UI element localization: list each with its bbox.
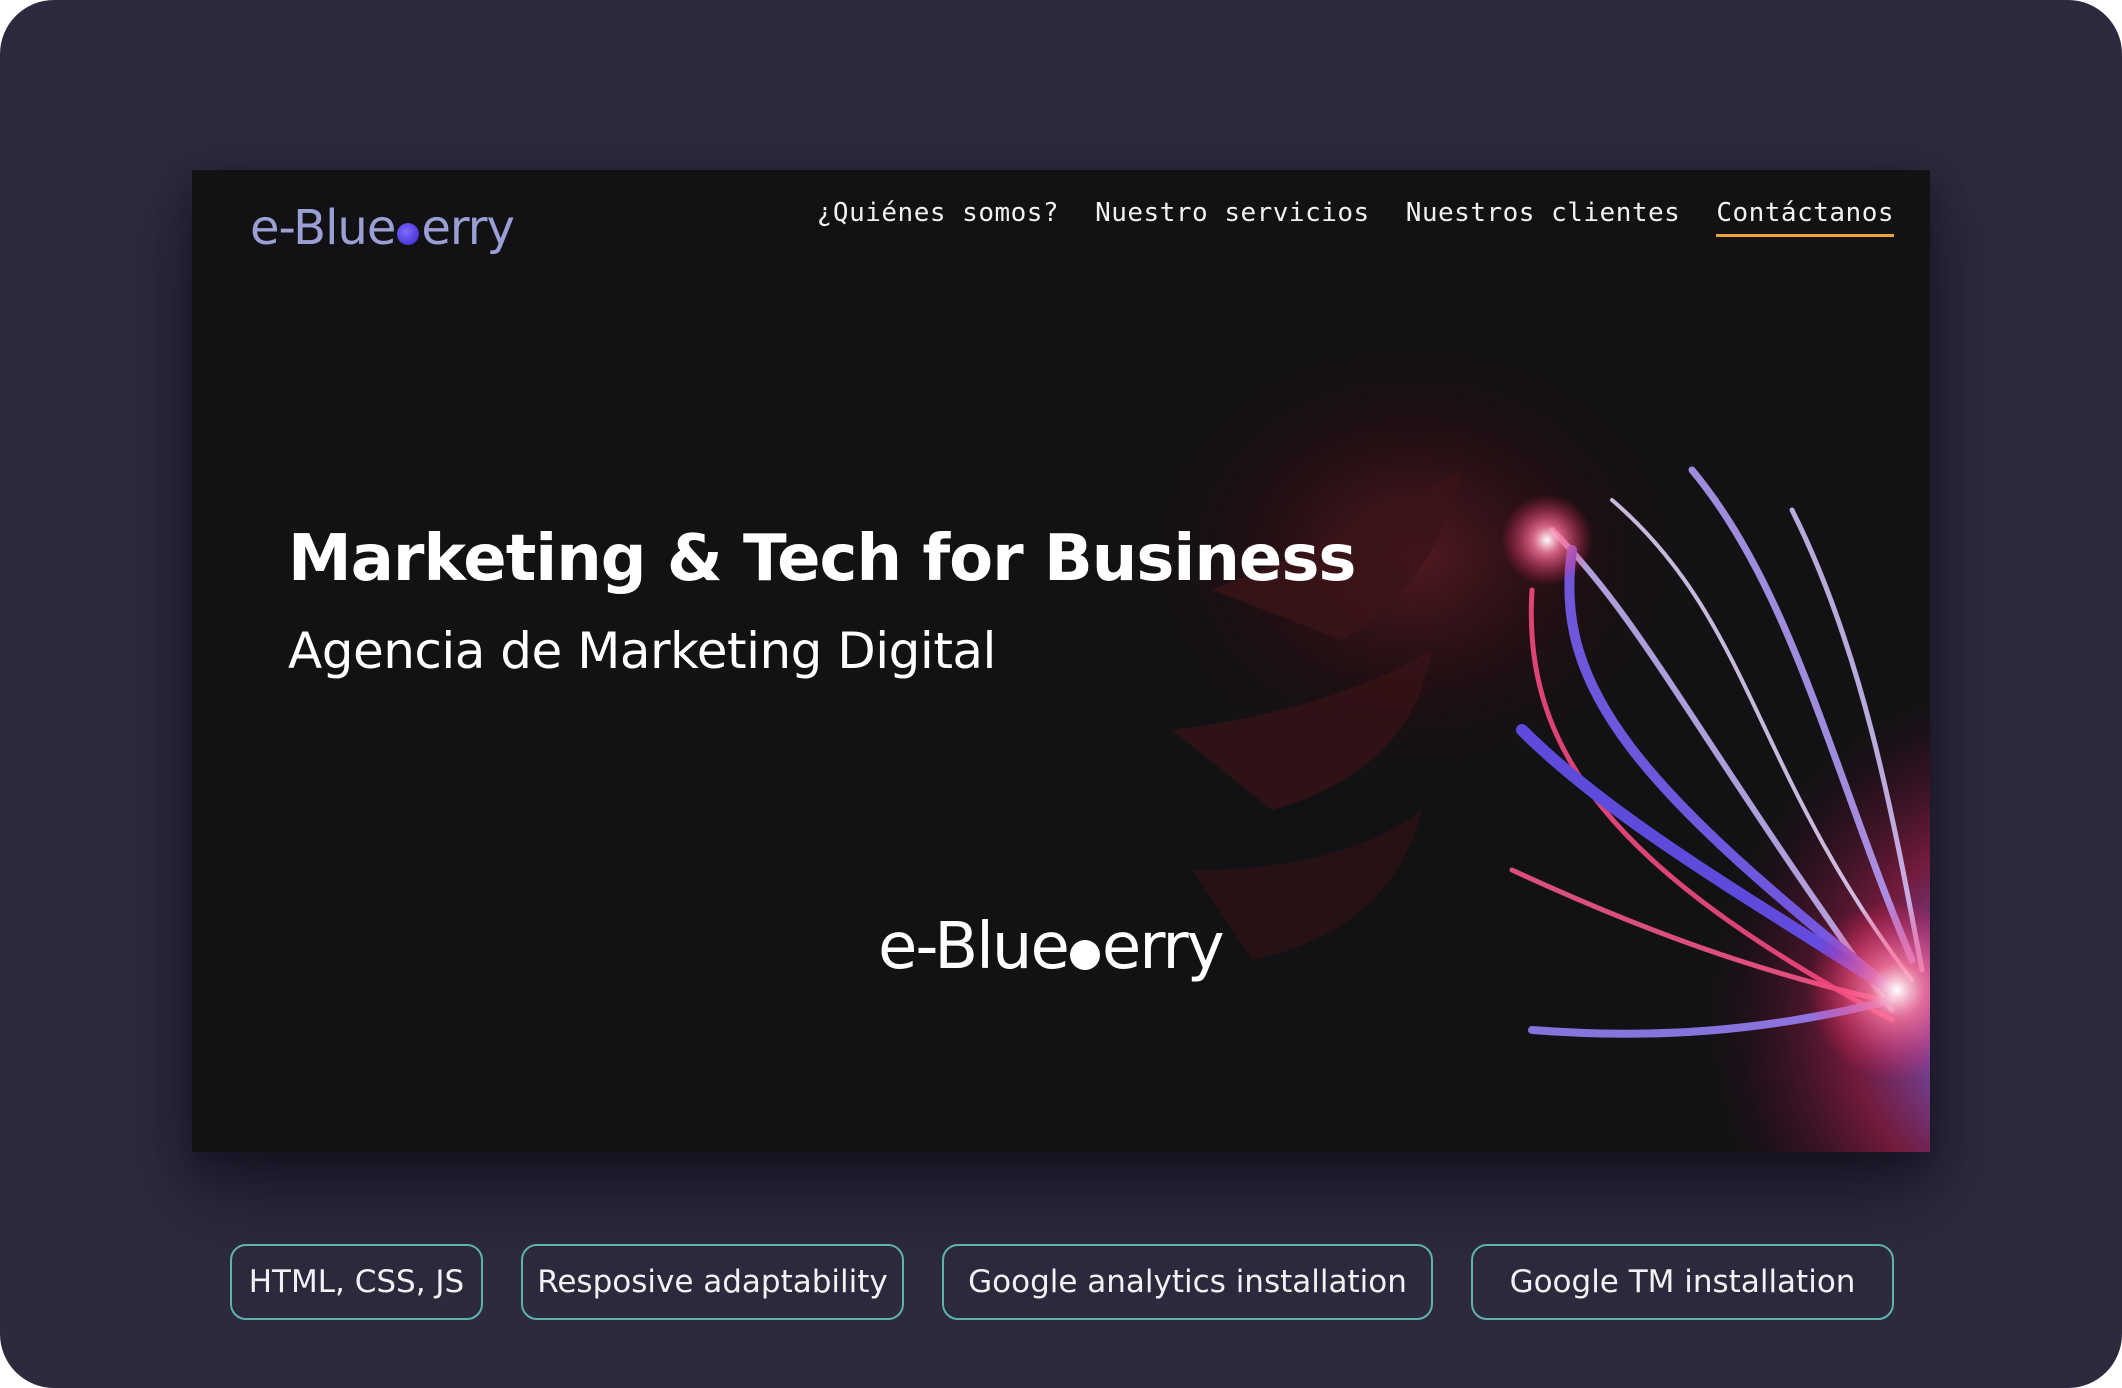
portfolio-card: e-Blue erry ¿Quiénes somos? Nuestro servi…: [0, 0, 2122, 1388]
hero-title: Marketing & Tech for Business: [288, 522, 1356, 596]
center-logo-text-end: erry: [1101, 910, 1225, 984]
header-logo[interactable]: e-Blue erry: [250, 192, 515, 264]
tag-html-css-js: HTML, CSS, JS: [230, 1244, 483, 1320]
nav-link-clients[interactable]: Nuestros clientes: [1406, 198, 1681, 237]
nav-link-about[interactable]: ¿Quiénes somos?: [817, 198, 1059, 237]
center-logo-text-start: e-Blue: [878, 910, 1070, 984]
main-nav: ¿Quiénes somos? Nuestro servicios Nuestr…: [817, 198, 1894, 237]
logo-text-start: e-Blue: [250, 200, 396, 256]
tag-google-analytics: Google analytics installation: [942, 1244, 1433, 1320]
hero-logo: e-Blue erry: [878, 910, 1225, 984]
blueberry-icon: [397, 223, 420, 245]
hero-subtitle: Agencia de Marketing Digital: [288, 622, 996, 680]
blueberry-icon: [1069, 940, 1100, 970]
tech-tags: HTML, CSS, JS Resposive adaptability Goo…: [230, 1244, 1894, 1320]
nav-link-services[interactable]: Nuestro servicios: [1095, 198, 1370, 237]
logo-text-end: erry: [421, 200, 515, 256]
website-screenshot: e-Blue erry ¿Quiénes somos? Nuestro servi…: [192, 170, 1930, 1152]
tag-google-tm: Google TM installation: [1471, 1244, 1894, 1320]
nav-link-contact[interactable]: Contáctanos: [1716, 198, 1894, 237]
tag-responsive: Resposive adaptability: [521, 1244, 904, 1320]
